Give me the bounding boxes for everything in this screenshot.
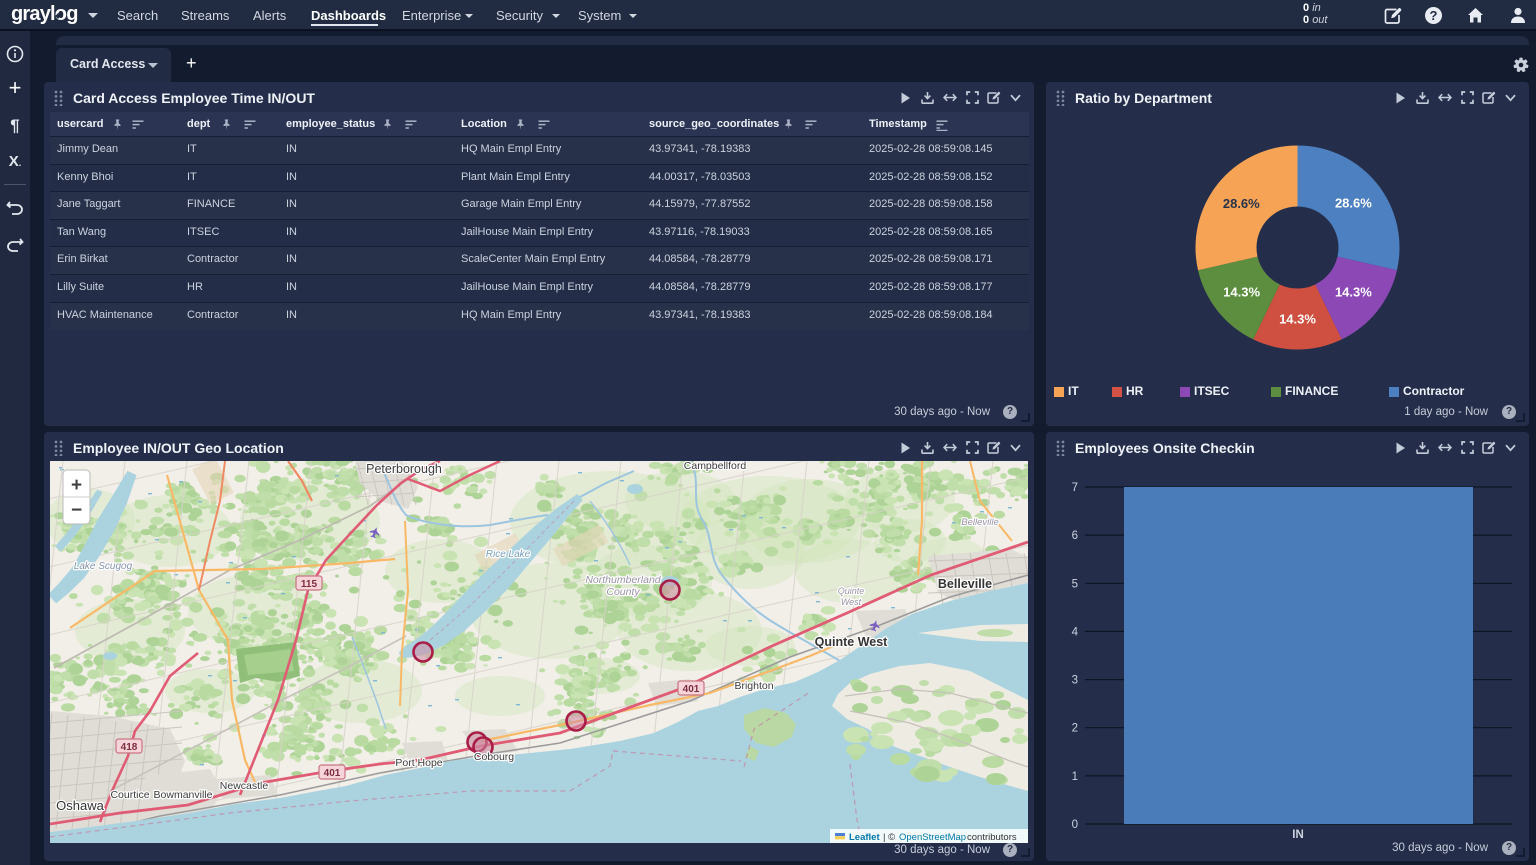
svg-text:6: 6: [1072, 530, 1078, 542]
svg-text:401: 401: [683, 684, 700, 695]
svg-text:0: 0: [1072, 819, 1078, 831]
svg-text:28.6%: 28.6%: [1223, 196, 1260, 211]
svg-text:1: 1: [1072, 771, 1078, 783]
svg-text:County: County: [606, 586, 640, 598]
svg-text:28.6%: 28.6%: [1335, 195, 1372, 210]
svg-text:Campbellford: Campbellford: [684, 461, 747, 472]
svg-text:Bowmanville: Bowmanville: [154, 789, 213, 801]
svg-text:2: 2: [1072, 723, 1078, 735]
svg-text:Peterborough: Peterborough: [366, 462, 442, 476]
svg-text:IN: IN: [1292, 829, 1304, 841]
svg-text:Newcastle: Newcastle: [220, 780, 269, 792]
svg-text:115: 115: [301, 579, 318, 590]
svg-text:contributors: contributors: [967, 832, 1017, 843]
svg-text:Quinte West: Quinte West: [815, 635, 889, 649]
svg-text:| ©: | ©: [883, 832, 895, 843]
svg-text:+: +: [71, 475, 82, 496]
svg-text:−: −: [71, 500, 82, 521]
svg-text:Port Hope: Port Hope: [395, 757, 442, 769]
svg-text:Leaflet: Leaflet: [849, 832, 880, 843]
svg-text:14.3%: 14.3%: [1335, 285, 1372, 300]
svg-text:401: 401: [324, 768, 341, 779]
svg-text:4: 4: [1072, 626, 1079, 638]
svg-text:Belleville: Belleville: [938, 577, 992, 591]
svg-text:West: West: [841, 597, 862, 607]
svg-text:Northumberland: Northumberland: [585, 574, 661, 586]
svg-text:7: 7: [1072, 482, 1078, 494]
svg-text:14.3%: 14.3%: [1223, 285, 1260, 300]
svg-text:Brighton: Brighton: [734, 680, 773, 692]
svg-text:14.3%: 14.3%: [1279, 312, 1316, 327]
svg-text:Belleville: Belleville: [961, 517, 999, 528]
svg-text:3: 3: [1072, 675, 1078, 687]
svg-text:OpenStreetMap: OpenStreetMap: [899, 832, 966, 843]
svg-text:5: 5: [1072, 578, 1078, 590]
svg-text:Quinte: Quinte: [838, 586, 865, 596]
svg-text:Courtice: Courtice: [110, 789, 149, 801]
svg-text:Cobourg: Cobourg: [474, 751, 514, 763]
svg-text:Lake Scugog: Lake Scugog: [74, 561, 133, 572]
svg-text:418: 418: [121, 742, 138, 753]
svg-text:Rice Lake: Rice Lake: [486, 549, 531, 560]
svg-text:Oshawa: Oshawa: [56, 798, 104, 813]
